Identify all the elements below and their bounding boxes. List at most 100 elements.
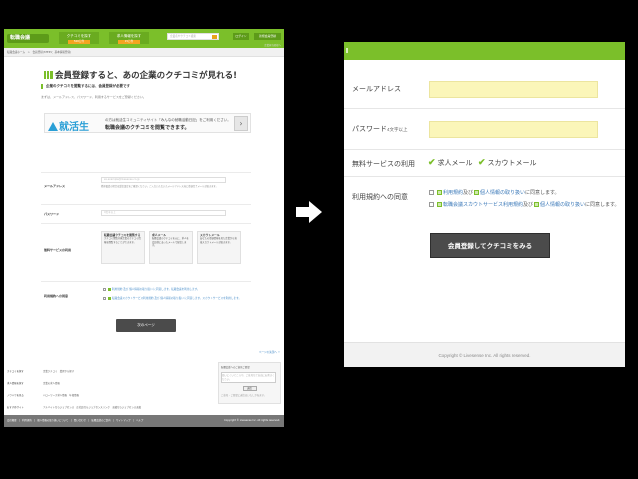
nav-count-badge: 500万件: [68, 40, 90, 44]
search-placeholder: 企業名やクチコミ検索: [170, 35, 196, 38]
arrow-right-icon: [296, 201, 324, 223]
password-label-group: パスワード4文字以上: [352, 124, 408, 134]
breadcrumb: 転職会議ホーム > 会員登録(STEP1：基本情報登録): [4, 48, 284, 57]
agree-terms-text[interactable]: 利用規約 及び 個人情報の取り扱い に同意します。転職会議を利用します。: [112, 288, 200, 291]
job-mail-label[interactable]: 求人メール: [438, 160, 473, 167]
search-icon[interactable]: [212, 34, 217, 39]
password-row: パスワード 4文字以上: [41, 204, 251, 223]
document-icon: [534, 201, 540, 207]
email-row: メールアドレス ex.example@livesense.co.jp 携帯電話の…: [41, 172, 251, 204]
student-logo: 就活生: [48, 118, 89, 133]
register-submit-button[interactable]: 会員登録してクチコミをみる: [430, 233, 550, 258]
site-logo[interactable]: 転職会議: [7, 34, 49, 43]
agree-terms-checkbox[interactable]: 利用規約 及び 個人情報の取り扱い に同意します。転職会議を利用します。: [103, 287, 200, 291]
checkbox-icon[interactable]: [429, 189, 434, 195]
scout-mail-label[interactable]: スカウトメール: [488, 160, 537, 167]
footer-link-head: クチコミを探す: [7, 370, 24, 373]
checkbox-icon[interactable]: [103, 296, 106, 300]
service-desc: クチコミ閲覧対象企業のクチコミ情報を閲覧することができます。: [104, 237, 141, 244]
page-title-text: 会員登録すると、あの企業のクチコミが見れる!: [55, 71, 238, 81]
footer-copyright: Copyright © Livesense Inc. All rights re…: [344, 342, 625, 367]
footer-link-items[interactable]: アルバイトならジョブセンス 正社員ならジョブセンスリンク 派遣ならジョブセンス派…: [43, 406, 141, 409]
agree-row: 利用規約への同意 利用規約 及び 個人情報の取り扱い に同意します。転職会議を利…: [41, 281, 251, 309]
password-placeholder: 4文字以上: [104, 211, 116, 214]
privacy-link[interactable]: 個人情報の取り扱い: [480, 190, 525, 196]
feedback-box: 転職会議へのご意見ご要望 使いにくいところや、ご意見など自由にお書きください。 …: [218, 362, 281, 404]
footer-link-items[interactable]: ハローワーク求人情報 年収情報: [43, 394, 79, 397]
checkbox-icon[interactable]: [429, 201, 434, 207]
email-label: メールアドレス: [44, 184, 66, 188]
scout-mail-checkbox[interactable]: ✔ スカウトメール: [478, 157, 537, 168]
feedback-title: 転職会議へのご意見ご要望: [221, 366, 250, 369]
footer-link-row[interactable]: おすすめサイト アルバイトならジョブセンス 正社員ならジョブセンスリンク 派遣なら…: [7, 405, 141, 409]
feedback-textarea[interactable]: 使いにくいところや、ご意見など自由にお書きください。: [221, 372, 276, 383]
footer-link-items[interactable]: 企業の求人情報: [43, 382, 60, 385]
search-input[interactable]: 企業名やクチコミ検索: [167, 33, 219, 40]
header-mark: [346, 48, 348, 53]
footer-link-head: 求人情報を探す: [7, 382, 24, 385]
next-page-button[interactable]: 次のページ: [116, 319, 176, 332]
agree-row: 利用規約への同意 利用規約及び 個人情報の取り扱いに同意します。 転職会議スカウト…: [344, 177, 625, 216]
agree-tail: に同意します。: [525, 190, 560, 196]
green-header-bar: [344, 42, 625, 60]
agree-label: 利用規約への同意: [352, 194, 408, 201]
footer-link-row[interactable]: 求人情報を探す 企業の求人情報: [7, 381, 60, 385]
corporate-link[interactable]: 企業担当者様へ: [264, 43, 281, 47]
footer-link-row[interactable]: ノウハウを見る ハローワーク求人情報 年収情報: [7, 393, 79, 397]
site-header: 転職会議 クチコミを探す 500万件 求人情報を探す 15万件 企業名やクチコミ…: [4, 29, 284, 48]
feedback-send-button[interactable]: 送信: [242, 386, 257, 391]
agree-scout-checkbox[interactable]: 転職会議スカウトサービス利用規約及び 個人情報の取り扱いに同意します。: [429, 201, 620, 208]
service-card-reviews[interactable]: 転職会議クチコミを閲覧する クチコミ閲覧対象企業のクチコミ情報を閲覧することができ…: [101, 231, 145, 264]
terms-link[interactable]: 利用規約: [443, 190, 463, 196]
registration-form-zoom: メールアドレス パスワード4文字以上 無料サービスの利用 ✔ 求人メール ✔ スカウ…: [344, 42, 625, 367]
chevron-right-icon[interactable]: ›: [234, 116, 248, 131]
checkbox-icon[interactable]: [103, 287, 106, 291]
footer-link-row[interactable]: クチコミを探す 企業クチコミ 業界から探す: [7, 369, 74, 373]
document-icon: [437, 201, 442, 207]
login-button[interactable]: ログイン: [233, 33, 249, 40]
agree-connector: 及び: [523, 202, 534, 208]
arrow-shaft: [296, 207, 310, 217]
banner-line2: 転職会議のクチコミを閲覧できます。: [105, 125, 190, 131]
password-label: パスワード: [352, 126, 387, 133]
check-icon[interactable]: ✔: [428, 157, 436, 167]
password-field[interactable]: 4文字以上: [101, 210, 226, 216]
job-mail-checkbox[interactable]: ✔ 求人メール: [428, 157, 473, 168]
nav-count-badge: 15万件: [118, 40, 140, 44]
intro-text: 企業のクチコミを閲覧するには、会員登録が必要です: [41, 84, 251, 89]
document-icon: [108, 287, 111, 291]
intro-subtext: まずは、メールアドレス、パスワード、利用するサービスをご登録ください。: [41, 95, 146, 99]
email-field[interactable]: [429, 81, 598, 98]
arrow-head: [309, 201, 322, 223]
service-card-job-mail[interactable]: 求人メール 転職会議のクチコミを元に、求人を会員様にあったメールで配信します。: [149, 231, 193, 264]
privacy-link[interactable]: 個人情報の取り扱い: [540, 202, 585, 208]
student-banner[interactable]: 就活生 の方は就活生コミュニティサイト「みんなの就職活動日記」をご利用ください。…: [44, 113, 251, 133]
service-row: 無料サービスの利用 ✔ 求人メール ✔ スカウトメール: [344, 150, 625, 177]
nav-find-reviews[interactable]: クチコミを探す 500万件: [59, 32, 99, 44]
service-desc: あなたの登録情報を見た企業から直接スカウトメールが届きます。: [200, 237, 237, 244]
agree-scout-text[interactable]: 転職会議スカウトサービス利用規約 及び 個人情報の取り扱い に同意します。スカウ…: [112, 297, 241, 300]
page-top-link[interactable]: ページの先頭へ ↑: [259, 350, 280, 354]
agree-scout-checkbox[interactable]: 転職会議スカウトサービス利用規約 及び 個人情報の取り扱い に同意します。スカウ…: [103, 296, 241, 300]
document-icon: [437, 189, 442, 195]
signup-button[interactable]: 新規会員登録: [254, 33, 281, 40]
footer-nav-links[interactable]: 会社概要 | 利用規約 | 個人情報の取り扱いについて | 問い合わせ | 転職…: [7, 419, 143, 422]
student-logo-text: 就活生: [59, 122, 89, 133]
password-row: パスワード4文字以上: [344, 109, 625, 150]
footer-link-head: おすすめサイト: [7, 406, 24, 409]
check-icon[interactable]: ✔: [478, 157, 486, 167]
agree-label: 利用規約への同意: [44, 294, 69, 298]
password-field[interactable]: [429, 121, 598, 138]
footer-link-head: ノウハウを見る: [7, 394, 24, 397]
email-field[interactable]: ex.example@livesense.co.jp: [101, 177, 226, 183]
banner-line1: の方は就活生コミュニティサイト「みんなの就職活動日記」をご利用ください。: [105, 118, 231, 122]
building-icon: [44, 71, 53, 79]
nav-find-jobs[interactable]: 求人情報を探す 15万件: [109, 32, 149, 44]
footer-link-items[interactable]: 企業クチコミ 業界から探す: [43, 370, 74, 373]
service-card-scout-mail[interactable]: スカウトメール あなたの登録情報を見た企業から直接スカウトメールが届きます。: [197, 231, 241, 264]
service-row: 無料サービスの利用 転職会議クチコミを閲覧する クチコミ閲覧対象企業のクチコミ情報…: [41, 223, 251, 281]
agree-terms-checkbox[interactable]: 利用規約及び 個人情報の取り扱いに同意します。: [429, 189, 560, 196]
footer-bar: 会社概要 | 利用規約 | 個人情報の取り扱いについて | 問い合わせ | 転職…: [4, 415, 284, 427]
password-label: パスワード: [44, 212, 60, 216]
scout-terms-link[interactable]: 転職会議スカウトサービス利用規約: [443, 202, 523, 208]
